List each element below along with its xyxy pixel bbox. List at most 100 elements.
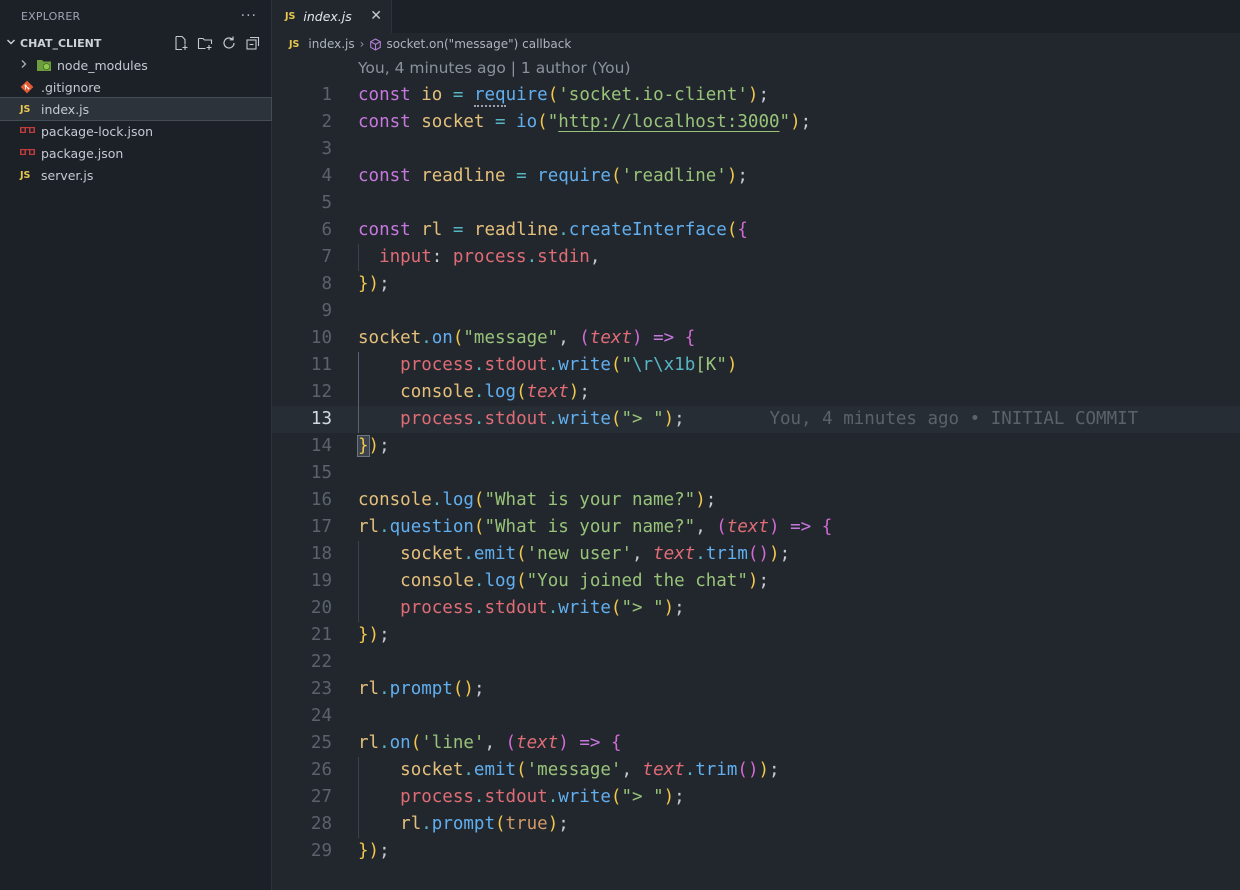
code-line[interactable]: 13 process.stdout.write("> "); You, 4 min… [272, 406, 1240, 433]
explorer-actions [173, 35, 263, 51]
code-text: }); [357, 435, 390, 457]
code-text: process.stdout.write("> "); [400, 787, 685, 807]
code-line[interactable]: 2 const socket = io("http://localhost:300… [272, 109, 1240, 136]
code-line[interactable]: 5 [272, 190, 1240, 217]
tab-index-js[interactable]: JS index.js ✕ [272, 0, 392, 33]
tab-label: index.js [303, 9, 352, 24]
code-text: }); [358, 274, 390, 294]
chevron-down-icon[interactable] [6, 37, 20, 50]
code-line[interactable]: 24 [272, 703, 1240, 730]
explorer-sidebar: EXPLORER ··· CHAT_CLIENT node_modules .g… [0, 0, 272, 890]
code-line[interactable]: 19 console.log("You joined the chat"); [272, 568, 1240, 595]
breadcrumb-file[interactable]: index.js [308, 37, 354, 51]
code-line[interactable]: 3 [272, 136, 1240, 163]
code-line[interactable]: 1 const io = require('socket.io-client'); [272, 82, 1240, 109]
code-line[interactable]: 23 rl.prompt(); [272, 676, 1240, 703]
code-line[interactable]: 10 socket.on("message", (text) => { [272, 325, 1240, 352]
tree-item-label: package.json [41, 145, 124, 161]
tree-item-label: .gitignore [41, 79, 101, 95]
code-lines: 1 const io = require('socket.io-client');… [272, 82, 1240, 865]
code-text: input: process.stdin, [379, 247, 601, 267]
explorer-title: EXPLORER [21, 9, 81, 23]
code-line[interactable]: 15 [272, 460, 1240, 487]
file-tree: node_modules .gitignore JS index.js pack… [0, 54, 272, 186]
code-editor[interactable]: You, 4 minutes ago | 1 author (You) 1 con… [272, 55, 1240, 890]
code-line[interactable]: 4 const readline = require('readline'); [272, 163, 1240, 190]
tree-item-index-js[interactable]: JS index.js [0, 97, 272, 121]
tree-item-package-lock-json[interactable]: package-lock.json [0, 120, 271, 142]
line-number: 2 [321, 112, 332, 132]
tree-item-package-json[interactable]: package.json [0, 142, 271, 164]
code-line[interactable]: 22 [272, 649, 1240, 676]
line-number: 20 [310, 598, 332, 618]
tree-item-server-js[interactable]: JS server.js [0, 164, 271, 186]
code-line[interactable]: 26 socket.emit('message', text.trim()); [272, 757, 1240, 784]
line-number: 22 [310, 652, 332, 672]
line-number: 8 [321, 274, 332, 294]
js-icon: JS [289, 38, 300, 50]
chevron-right-icon[interactable] [16, 58, 32, 72]
code-text: const io = require('socket.io-client'); [358, 85, 770, 107]
code-text: rl.prompt(); [358, 679, 485, 699]
code-text: }); [358, 841, 390, 861]
code-line[interactable]: 11 process.stdout.write("\r\x1b[K") [272, 352, 1240, 379]
symbol-method-icon [369, 37, 382, 51]
code-text: process.stdout.write("> "); [400, 409, 685, 429]
code-line[interactable]: 27 process.stdout.write("> "); [272, 784, 1240, 811]
code-line[interactable]: 7 input: process.stdin, [272, 244, 1240, 271]
node-folder-icon [36, 58, 57, 72]
collapse-all-icon[interactable] [245, 35, 263, 51]
code-text: const socket = io("http://localhost:3000… [358, 112, 812, 132]
code-text: console.log("What is your name?"); [358, 490, 717, 510]
line-number: 16 [310, 490, 332, 510]
code-line[interactable]: 17 rl.question("What is your name?", (tex… [272, 514, 1240, 541]
code-text: rl.prompt(true); [400, 814, 569, 834]
workspace-name: CHAT_CLIENT [20, 36, 102, 50]
code-line[interactable]: 29}); [272, 838, 1240, 865]
tree-item-label: server.js [41, 167, 94, 183]
code-line[interactable]: 28 rl.prompt(true); [272, 811, 1240, 838]
line-number: 9 [321, 301, 332, 321]
code-line[interactable]: 9 [272, 298, 1240, 325]
npm-icon [20, 127, 41, 135]
code-line[interactable]: 25 rl.on('line', (text) => { [272, 730, 1240, 757]
line-number: 1 [321, 85, 332, 105]
line-number: 25 [310, 733, 332, 753]
line-number: 4 [321, 166, 332, 186]
js-icon: JS [20, 103, 31, 115]
line-number: 10 [310, 328, 332, 348]
explorer-header: EXPLORER ··· [0, 0, 271, 32]
new-folder-icon[interactable] [197, 35, 215, 51]
refresh-icon[interactable] [221, 35, 239, 51]
code-line[interactable]: 21}); [272, 622, 1240, 649]
breadcrumb: JS index.js › socket.on("message") callb… [272, 33, 1240, 55]
code-line[interactable]: 6 const rl = readline.createInterface({ [272, 217, 1240, 244]
code-text: process.stdout.write("> "); [400, 598, 685, 618]
tree-item-node-modules[interactable]: node_modules [0, 54, 271, 76]
line-number: 19 [310, 571, 332, 591]
workspace-section-header[interactable]: CHAT_CLIENT [0, 32, 271, 54]
code-text: process.stdout.write("\r\x1b[K") [400, 355, 738, 375]
git-blame-annotation: You, 4 minutes ago • INITIAL COMMIT [769, 409, 1139, 429]
line-number: 3 [321, 139, 332, 159]
code-line[interactable]: 18 socket.emit('new user', text.trim()); [272, 541, 1240, 568]
code-text: console.log(text); [400, 382, 590, 402]
line-number: 7 [321, 247, 332, 267]
code-text: console.log("You joined the chat"); [400, 571, 769, 591]
code-line[interactable]: 16 console.log("What is your name?"); [272, 487, 1240, 514]
close-icon[interactable]: ✕ [370, 8, 382, 24]
tree-item-gitignore[interactable]: .gitignore [0, 76, 271, 98]
js-icon: JS [20, 169, 31, 181]
code-text: socket.on("message", (text) => { [358, 328, 696, 348]
new-file-icon[interactable] [173, 35, 191, 51]
breadcrumb-symbol[interactable]: socket.on("message") callback [386, 37, 571, 51]
git-codelens[interactable]: You, 4 minutes ago | 1 author (You) [358, 59, 631, 77]
code-text: }); [358, 625, 390, 645]
more-actions-icon[interactable]: ··· [241, 8, 257, 24]
code-text: rl.on('line', (text) => { [358, 733, 622, 753]
code-line[interactable]: 14}); [272, 433, 1240, 460]
code-line[interactable]: 20 process.stdout.write("> "); [272, 595, 1240, 622]
code-line[interactable]: 8}); [272, 271, 1240, 298]
line-number: 11 [310, 355, 332, 375]
code-line[interactable]: 12 console.log(text); [272, 379, 1240, 406]
